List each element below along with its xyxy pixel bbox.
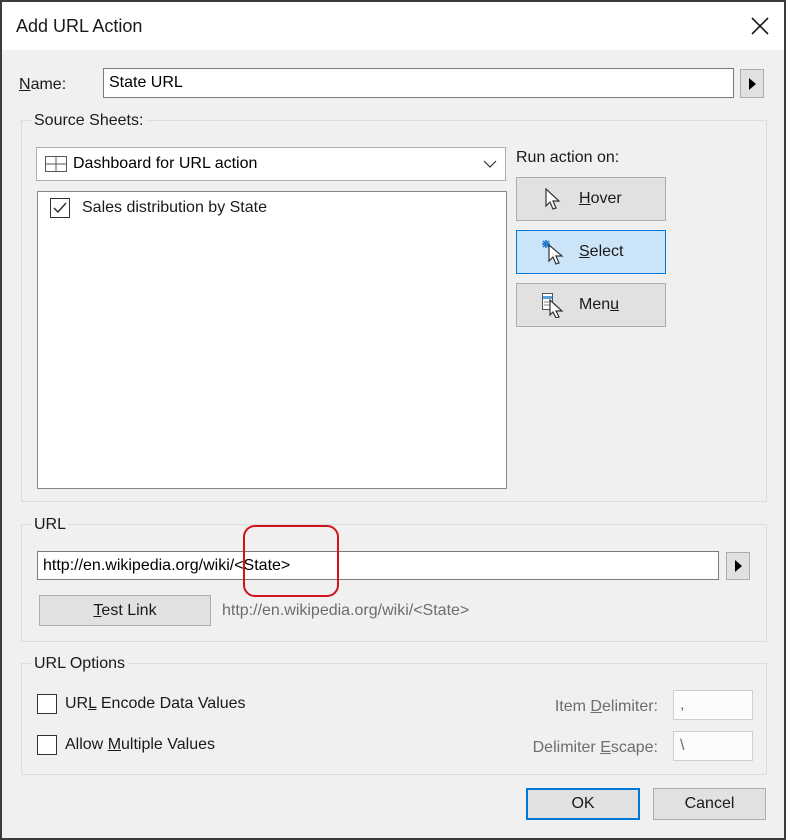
item-delimiter-value: , bbox=[680, 696, 685, 713]
hover-label: Hover bbox=[579, 190, 622, 207]
sheet-label: Sales distribution by State bbox=[82, 199, 267, 216]
name-input[interactable]: State URL bbox=[103, 68, 734, 98]
url-insert-menu-button[interactable] bbox=[726, 552, 750, 580]
url-encode-option[interactable]: URL Encode Data Values bbox=[37, 694, 246, 714]
allow-multiple-label: Allow Multiple Values bbox=[65, 736, 215, 753]
ok-button[interactable]: OK bbox=[526, 788, 640, 820]
cancel-button[interactable]: Cancel bbox=[653, 788, 766, 820]
list-item[interactable]: Sales distribution by State bbox=[50, 198, 267, 218]
url-input[interactable]: http://en.wikipedia.org/wiki/<State> bbox=[37, 551, 719, 580]
url-encode-checkbox[interactable] bbox=[37, 694, 57, 714]
checkmark-icon bbox=[53, 202, 67, 214]
url-options-legend: URL Options bbox=[31, 655, 128, 673]
url-input-value: http://en.wikipedia.org/wiki/<State> bbox=[43, 556, 291, 574]
select-cursor-icon bbox=[542, 240, 564, 265]
allow-multiple-option[interactable]: Allow Multiple Values bbox=[37, 735, 215, 755]
delimiter-escape-input[interactable]: \ bbox=[673, 731, 753, 761]
url-options-group bbox=[21, 663, 767, 775]
name-insert-menu-button[interactable] bbox=[740, 69, 764, 98]
menu-label: Menu bbox=[579, 296, 620, 313]
dashboard-grid-icon bbox=[45, 156, 67, 172]
triangle-right-icon bbox=[734, 560, 742, 572]
triangle-right-icon bbox=[748, 77, 756, 90]
run-on-select-button[interactable]: Select bbox=[516, 230, 666, 274]
url-preview: http://en.wikipedia.org/wiki/<State> bbox=[222, 602, 470, 619]
run-on-menu-button[interactable]: Menu bbox=[516, 283, 666, 327]
name-label: Name: bbox=[19, 76, 67, 93]
url-encode-label: URL Encode Data Values bbox=[65, 695, 246, 712]
name-input-value: State URL bbox=[109, 74, 183, 91]
close-icon bbox=[751, 17, 769, 35]
run-on-hover-button[interactable]: Hover bbox=[516, 177, 666, 221]
source-sheets-legend: Source Sheets: bbox=[31, 112, 147, 130]
test-link-button[interactable]: Test Link bbox=[39, 595, 211, 626]
menu-cursor-icon bbox=[542, 293, 564, 318]
sheet-checkbox[interactable] bbox=[50, 198, 70, 218]
hover-cursor-icon bbox=[545, 187, 561, 210]
run-action-on-label: Run action on: bbox=[516, 149, 620, 166]
delimiter-escape-label: Delimiter Escape: bbox=[532, 739, 658, 756]
select-label: Select bbox=[579, 243, 624, 260]
item-delimiter-label: Item Delimiter: bbox=[554, 698, 658, 715]
chevron-down-icon bbox=[483, 160, 497, 168]
dialog-title: Add URL Action bbox=[16, 16, 143, 36]
sheets-listbox[interactable]: Sales distribution by State bbox=[37, 191, 507, 489]
source-sheet-dropdown[interactable]: Dashboard for URL action bbox=[36, 147, 506, 181]
allow-multiple-checkbox[interactable] bbox=[37, 735, 57, 755]
delimiter-escape-value: \ bbox=[680, 737, 685, 754]
dropdown-selected-value: Dashboard for URL action bbox=[73, 155, 258, 172]
close-button[interactable] bbox=[736, 2, 784, 50]
item-delimiter-input[interactable]: , bbox=[673, 690, 753, 720]
url-legend: URL bbox=[31, 516, 70, 534]
add-url-action-dialog: Add URL Action Name: State URL Source Sh… bbox=[0, 0, 786, 840]
title-bar: Add URL Action bbox=[2, 2, 784, 50]
